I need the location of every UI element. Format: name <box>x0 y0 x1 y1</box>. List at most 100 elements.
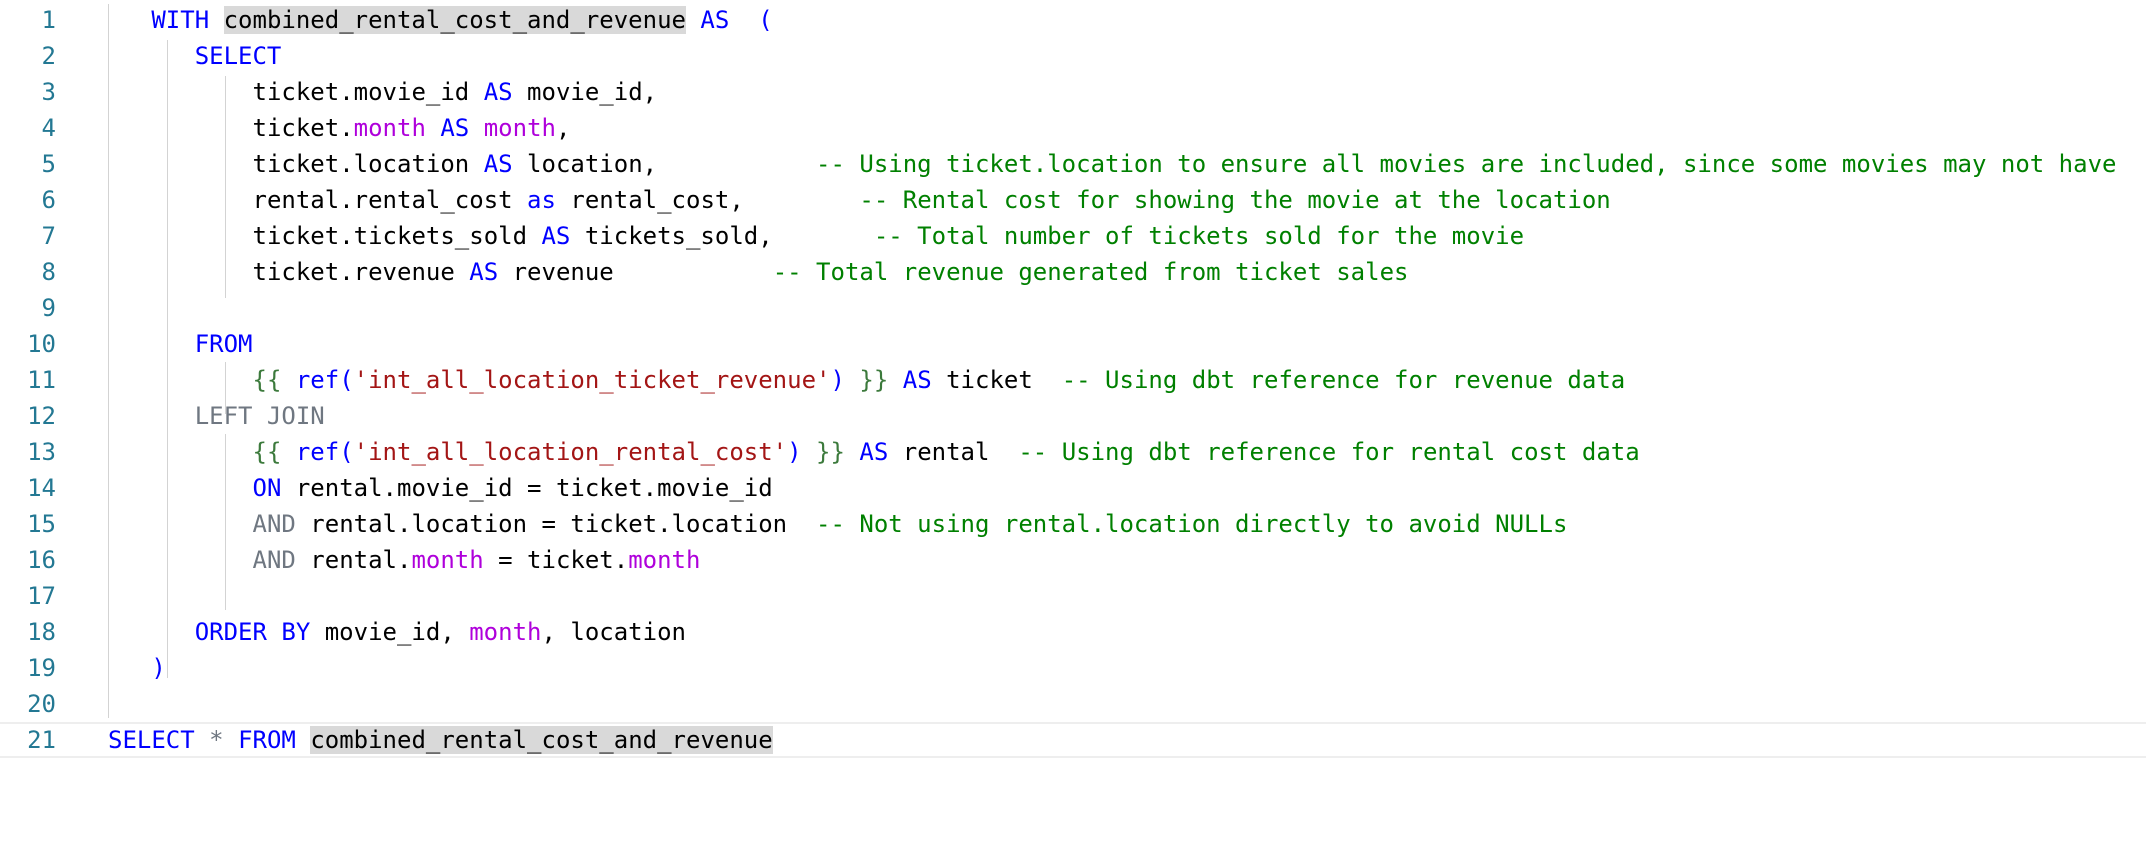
code-token: = ticket. <box>483 546 629 574</box>
code-token: month <box>353 114 426 142</box>
code-token: WITH <box>151 6 210 34</box>
code-text: {{ ref('int_all_location_ticket_revenue'… <box>253 362 1626 398</box>
code-comment: -- Total number of tickets sold for the … <box>873 222 1525 250</box>
code-line-2[interactable]: 2 SELECT <box>0 38 2146 74</box>
line-number: 5 <box>41 150 56 178</box>
code-text: LEFT JOIN <box>195 398 325 434</box>
line-number: 10 <box>27 330 56 358</box>
line-number: 14 <box>27 474 56 502</box>
code-token: month <box>483 114 556 142</box>
code-line-17[interactable]: 17 <box>0 578 2146 614</box>
code-line-15[interactable]: 15 AND rental.location = ticket.location … <box>0 506 2146 542</box>
code-token: ORDER BY <box>194 618 311 646</box>
line-number: 1 <box>41 6 56 34</box>
code-token: revenue <box>498 258 773 286</box>
line-number: 20 <box>27 690 56 718</box>
code-token: , <box>555 114 571 142</box>
line-number: 11 <box>27 366 56 394</box>
code-token: * <box>209 726 224 754</box>
code-token: AND <box>252 510 296 538</box>
code-token: SELECT <box>194 42 282 70</box>
code-token: tickets_sold, <box>570 222 874 250</box>
code-token: rental. <box>295 546 412 574</box>
code-line-16[interactable]: 16 AND rental.month = ticket.month <box>0 542 2146 578</box>
code-line-4[interactable]: 4 ticket.month AS month, <box>0 110 2146 146</box>
code-token: AS <box>440 114 470 142</box>
code-line-21[interactable]: 21 SELECT * FROM combined_rental_cost_and… <box>0 722 2146 758</box>
code-line-13[interactable]: 13 {{ ref('int_all_location_rental_cost')… <box>0 434 2146 470</box>
code-line-3[interactable]: 3 ticket.movie_id AS movie_id, <box>0 74 2146 110</box>
code-token: as <box>527 186 556 214</box>
code-comment: -- Using dbt reference for revenue data <box>1061 366 1626 394</box>
line-number: 18 <box>27 618 56 646</box>
code-token: 'int_all_location_ticket_revenue' <box>353 366 831 394</box>
code-token: {{ <box>252 438 296 466</box>
code-line-7[interactable]: 7 ticket.tickets_sold AS tickets_sold, --… <box>0 218 2146 254</box>
code-text: rental.rental_cost as rental_cost, -- Re… <box>253 182 1611 218</box>
code-token: rental <box>888 438 1019 466</box>
line-number: 7 <box>41 222 56 250</box>
code-token: ref( <box>295 366 354 394</box>
code-line-9[interactable]: 9 <box>0 290 2146 326</box>
code-token: ticket.location <box>252 150 484 178</box>
code-text: SELECT <box>195 38 282 74</box>
code-token: AS <box>483 78 513 106</box>
code-token: , location <box>541 618 686 646</box>
line-number: 4 <box>41 114 56 142</box>
code-token: ticket <box>931 366 1062 394</box>
code-token: ON <box>252 474 282 502</box>
line-number: 17 <box>27 582 56 610</box>
code-token: AS <box>902 366 932 394</box>
line-number: 9 <box>41 294 56 322</box>
code-line-1[interactable]: 1 WITH combined_rental_cost_and_revenue A… <box>0 2 2146 38</box>
code-token: FROM <box>238 726 296 754</box>
code-editor[interactable]: 1 WITH combined_rental_cost_and_revenue A… <box>0 0 2146 850</box>
code-text: {{ ref('int_all_location_rental_cost') }… <box>253 434 1640 470</box>
code-token: ) <box>787 438 802 466</box>
code-line-10[interactable]: 10 FROM <box>0 326 2146 362</box>
code-token: AND <box>252 546 296 574</box>
code-line-8[interactable]: 8 ticket.revenue AS revenue -- Total reve… <box>0 254 2146 290</box>
code-token: ticket.movie_id <box>252 78 484 106</box>
code-line-14[interactable]: 14 ON rental.movie_id = ticket.movie_id <box>0 470 2146 506</box>
code-token: ) <box>151 654 166 682</box>
code-text: SELECT * FROM combined_rental_cost_and_r… <box>108 724 773 756</box>
code-line-20[interactable]: 20 <box>0 686 2146 722</box>
code-text: AND rental.location = ticket.location --… <box>253 506 1568 542</box>
line-number: 21 <box>27 726 56 754</box>
code-text: ORDER BY movie_id, month, location <box>195 614 686 650</box>
code-line-11[interactable]: 11 {{ ref('int_all_location_ticket_revenu… <box>0 362 2146 398</box>
code-text: ON rental.movie_id = ticket.movie_id <box>253 470 773 506</box>
line-number: 19 <box>27 654 56 682</box>
code-line-18[interactable]: 18 ORDER BY movie_id, month, location <box>0 614 2146 650</box>
code-comment: -- Using ticket.location to ensure all m… <box>816 150 2117 178</box>
code-comment: -- Not using rental.location directly to… <box>816 510 1568 538</box>
code-token: ref( <box>295 438 354 466</box>
code-token: rental_cost, <box>555 186 860 214</box>
code-token: AS <box>541 222 571 250</box>
code-text: ticket.month AS month, <box>253 110 571 146</box>
line-number: 2 <box>41 42 56 70</box>
line-number: 6 <box>41 186 56 214</box>
code-token: movie_id, <box>310 618 470 646</box>
code-token: }} <box>844 366 889 394</box>
code-token: rental.rental_cost <box>252 186 528 214</box>
code-token: rental.location = ticket.location <box>295 510 817 538</box>
line-number: 13 <box>27 438 56 466</box>
code-line-12[interactable]: 12 LEFT JOIN <box>0 398 2146 434</box>
code-line-6[interactable]: 6 rental.rental_cost as rental_cost, -- R… <box>0 182 2146 218</box>
code-token: ticket.revenue <box>252 258 470 286</box>
code-token: month <box>628 546 701 574</box>
line-number: 8 <box>41 258 56 286</box>
code-line-5[interactable]: 5 ticket.location AS location, -- Using t… <box>0 146 2146 182</box>
code-token: movie_id, <box>512 78 658 106</box>
code-text: ticket.movie_id AS movie_id, <box>253 74 658 110</box>
code-text: WITH combined_rental_cost_and_revenue AS… <box>151 2 773 38</box>
code-line-19[interactable]: 19) <box>0 650 2146 686</box>
code-text: ticket.tickets_sold AS tickets_sold, -- … <box>253 218 1525 254</box>
code-token: }} <box>801 438 845 466</box>
highlighted-identifier: combined_rental_cost_and_revenue <box>223 6 686 34</box>
